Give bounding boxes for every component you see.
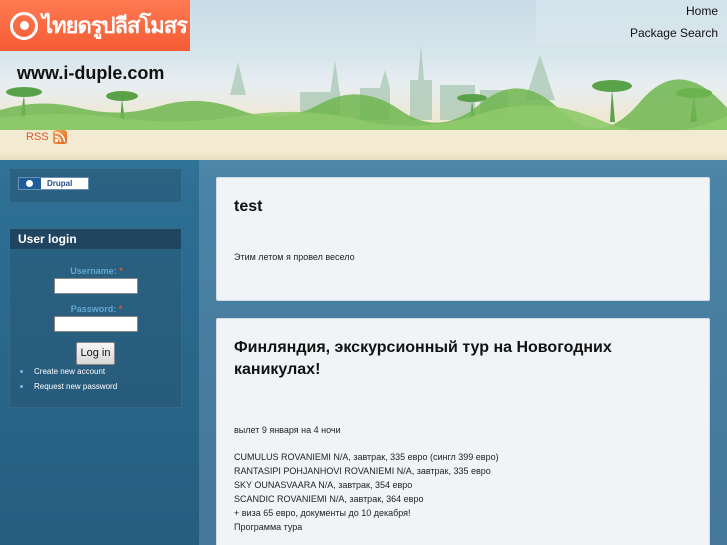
username-label: Username: * [10, 266, 183, 276]
password-input[interactable] [54, 316, 138, 332]
login-links-list: Create new account Request new password [20, 367, 117, 397]
bullet-icon [20, 370, 23, 373]
logo-emblem-icon [10, 11, 38, 40]
login-button[interactable]: Log in [76, 342, 115, 365]
post-body-line: RANTASIPI POHJANHOVI ROVANIEMI N/A, завт… [234, 466, 491, 476]
rss-feed-link[interactable]: RSS [26, 130, 67, 144]
site-logo[interactable]: ไทยดรูปลีสโมสร [0, 0, 190, 51]
required-marker: * [118, 304, 123, 314]
drupal-badge-label: Drupal [47, 179, 73, 188]
username-input[interactable] [54, 278, 138, 294]
powered-by-drupal-block: Drupal [9, 168, 182, 203]
top-navigation: Home Package Search [536, 0, 727, 45]
rss-label: RSS [26, 131, 49, 143]
user-login-block: User login Username: * Password: * Log i… [9, 228, 182, 408]
create-account-label: Create new account [34, 367, 106, 376]
logo-text: ไทยดรูปลีสโมสร [42, 13, 188, 39]
user-login-title: User login [10, 229, 181, 249]
post-body-line: + виза 65 евро, документы до 10 декабря! [234, 508, 411, 518]
request-password-link[interactable]: Request new password [20, 382, 117, 391]
post-node: Финляндия, экскурсионный тур на Новогодн… [216, 318, 710, 545]
nav-home-link[interactable]: Home [686, 4, 718, 18]
post-body: Этим летом я провел весело [234, 252, 355, 262]
post-intro: вылет 9 января на 4 ночи [234, 425, 341, 435]
site-name[interactable]: www.i-duple.com [17, 63, 164, 84]
password-label: Password: * [10, 304, 183, 314]
create-account-link[interactable]: Create new account [20, 367, 117, 376]
post-body-line: SKY OUNASVAARA N/A, завтрак, 354 евро [234, 480, 413, 490]
rss-icon [52, 130, 67, 144]
post-body-line: Программа тура [234, 522, 303, 532]
post-title[interactable]: Финляндия, экскурсионный тур на Новогодн… [234, 337, 654, 381]
drupal-badge[interactable]: Drupal [18, 177, 89, 190]
post-title[interactable]: test [234, 196, 692, 218]
bullet-icon [20, 385, 23, 388]
password-label-text: Password: [70, 304, 117, 314]
username-label-text: Username: [70, 266, 117, 276]
post-node: test Этим летом я провел весело [216, 177, 710, 301]
post-body: CUMULUS ROVANIEMI N/A, завтрак, 335 евро… [234, 450, 692, 534]
post-body-line: SCANDIC ROVANIEMI N/A, завтрак, 364 евро [234, 494, 424, 504]
request-password-label: Request new password [34, 382, 118, 391]
required-marker: * [119, 266, 123, 276]
site-header: ไทยดรูปลีสโมสร Home Package Search www.i… [0, 0, 727, 160]
post-body-line: CUMULUS ROVANIEMI N/A, завтрак, 335 евро… [234, 452, 499, 462]
nav-package-search-link[interactable]: Package Search [630, 26, 718, 40]
drupal-drop-icon [19, 178, 41, 189]
header-skyline-illustration [0, 45, 727, 130]
